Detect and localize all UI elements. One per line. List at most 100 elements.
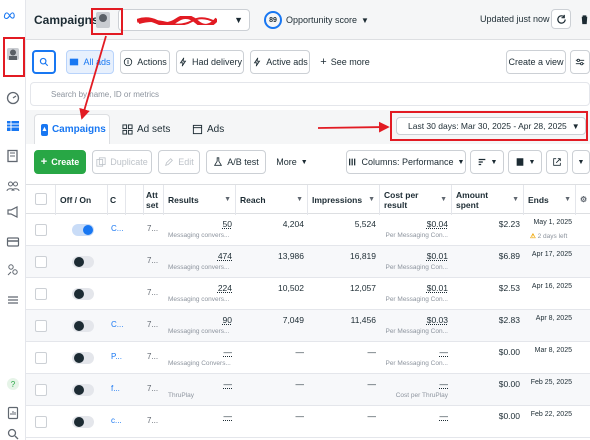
delivery-toggle[interactable] (72, 256, 94, 268)
create-button[interactable]: + Create (34, 150, 86, 174)
select-all-checkbox[interactable] (35, 193, 47, 205)
search-icon[interactable] (3, 424, 23, 440)
megaphone-icon[interactable] (3, 202, 23, 222)
tab-ad-sets[interactable]: Ad sets (116, 114, 182, 144)
menu-icon[interactable] (3, 290, 23, 310)
table-row[interactable]: C... 7... 50 Messaging convers... 4,204 5,524… (26, 214, 590, 246)
campaign-name-cell[interactable]: C... (108, 214, 126, 246)
date-range-picker[interactable]: Last 30 days: Mar 30, 2025 - Apr 28, 202… (396, 117, 586, 135)
duplicate-button[interactable]: Duplicate (92, 150, 152, 174)
pages-icon[interactable] (3, 146, 23, 166)
campaign-name[interactable]: f... (111, 384, 120, 393)
select-all-checkbox-cell[interactable] (26, 185, 56, 215)
meta-logo-icon[interactable] (3, 8, 17, 22)
header-cost-per-result[interactable]: Cost per result ▼ (380, 185, 452, 215)
row-checkbox-cell[interactable] (26, 310, 56, 342)
speedometer-icon[interactable] (3, 88, 23, 108)
account-avatar-icon[interactable] (3, 44, 23, 64)
header-results[interactable]: Results ▼ (164, 185, 236, 215)
delivery-toggle[interactable] (72, 384, 94, 396)
billing-card-icon[interactable] (3, 232, 23, 252)
row-checkbox[interactable] (35, 320, 47, 332)
table-row[interactable]: c... 7... — — — — $0.00 Feb 22, 2025 (26, 406, 590, 438)
row-checkbox-cell[interactable] (26, 278, 56, 310)
campaign-name-cell[interactable]: c... (108, 406, 126, 438)
people-icon[interactable] (3, 176, 23, 196)
table-grid-icon[interactable] (3, 116, 23, 136)
onoff-cell[interactable] (56, 246, 108, 278)
onoff-cell[interactable] (56, 310, 108, 342)
header-onoff[interactable]: Off / On (56, 185, 108, 215)
breakdown-button[interactable]: ▼ (470, 150, 504, 174)
table-row[interactable]: f... 7... — ThruPlay — — — Cost per ThruPlay $0.… (26, 374, 590, 406)
delivery-toggle[interactable] (72, 320, 94, 332)
see-more-filter[interactable]: + See more (316, 50, 374, 74)
delivery-toggle[interactable] (72, 416, 94, 428)
refresh-button[interactable] (551, 9, 571, 29)
onoff-cell[interactable] (56, 278, 108, 310)
campaign-name[interactable]: C... (111, 320, 123, 329)
row-checkbox-cell[interactable] (26, 214, 56, 246)
row-checkbox-cell[interactable] (26, 342, 56, 374)
account-avatar[interactable] (96, 12, 110, 28)
active-ads-filter[interactable]: Active ads (250, 50, 310, 74)
actions-filter[interactable]: Actions (120, 50, 170, 74)
header-c[interactable]: C (108, 185, 126, 215)
column-settings-icon[interactable]: ⚙ (576, 185, 590, 215)
campaign-name-cell[interactable] (108, 246, 126, 278)
row-checkbox[interactable] (35, 256, 47, 268)
table-row[interactable]: 7... 474 Messaging convers... 13,986 16,819 $… (26, 246, 590, 278)
delivery-toggle[interactable] (72, 224, 94, 236)
edit-button[interactable]: Edit (158, 150, 200, 174)
row-checkbox[interactable] (35, 352, 47, 364)
row-checkbox-cell[interactable] (26, 374, 56, 406)
help-icon[interactable]: ? (3, 374, 23, 394)
campaign-name[interactable]: C... (111, 224, 123, 233)
tab-ads[interactable]: Ads (186, 114, 252, 144)
table-row[interactable]: P... 7... — Messaging Convers... — — — Per Mess… (26, 342, 590, 374)
header-ends[interactable]: Ends ▼ (524, 185, 576, 215)
create-view-button[interactable]: Create a view (506, 50, 566, 74)
ab-test-button[interactable]: A/B test (206, 150, 266, 174)
more-options-button[interactable]: ▼ (572, 150, 590, 174)
row-checkbox-cell[interactable] (26, 246, 56, 278)
campaign-name-cell[interactable]: f... (108, 374, 126, 406)
delivery-toggle[interactable] (72, 352, 94, 364)
table-row[interactable]: C... 7... 90 Messaging convers... 7,049 11,45… (26, 310, 590, 342)
header-amount-spent[interactable]: Amount spent ▼ (452, 185, 524, 215)
audience-icon[interactable] (3, 260, 23, 280)
had-delivery-filter[interactable]: Had delivery (176, 50, 244, 74)
table-row[interactable]: 7... 224 Messaging convers... 10,502 12,057 $… (26, 278, 590, 310)
campaign-name-cell[interactable] (108, 278, 126, 310)
reports-button[interactable]: ▼ (508, 150, 542, 174)
campaign-name[interactable]: c... (111, 416, 122, 425)
delete-button[interactable] (574, 9, 590, 29)
onoff-cell[interactable] (56, 406, 108, 438)
row-checkbox[interactable] (35, 416, 47, 428)
campaign-name-cell[interactable]: P... (108, 342, 126, 374)
header-reach[interactable]: Reach ▼ (236, 185, 308, 215)
delivery-toggle[interactable] (72, 288, 94, 300)
export-button[interactable] (546, 150, 568, 174)
account-selector[interactable]: ▼ (118, 9, 250, 31)
filter-settings-button[interactable] (570, 50, 590, 74)
row-checkbox[interactable] (35, 224, 47, 236)
row-checkbox[interactable] (35, 384, 47, 396)
search-toggle-button[interactable] (32, 50, 56, 74)
opportunity-score[interactable]: 89 Opportunity score ▼ (264, 11, 369, 29)
onoff-cell[interactable] (56, 374, 108, 406)
row-checkbox-cell[interactable] (26, 406, 56, 438)
more-button[interactable]: More ▼ (272, 150, 312, 174)
tab-campaigns[interactable]: ▲ Campaigns (34, 114, 110, 144)
report-icon[interactable] (3, 403, 23, 423)
campaign-name-cell[interactable]: C... (108, 310, 126, 342)
campaign-name[interactable]: P... (111, 352, 122, 361)
header-attribution[interactable]: Att set (144, 185, 164, 215)
search-input[interactable]: Search by name, ID or metrics (30, 82, 590, 106)
columns-button[interactable]: Columns: Performance ▼ (346, 150, 466, 174)
onoff-cell[interactable] (56, 214, 108, 246)
row-checkbox[interactable] (35, 288, 47, 300)
onoff-cell[interactable] (56, 342, 108, 374)
all-ads-filter[interactable]: All ads (66, 50, 114, 74)
header-impressions[interactable]: Impressions ▼ (308, 185, 380, 215)
